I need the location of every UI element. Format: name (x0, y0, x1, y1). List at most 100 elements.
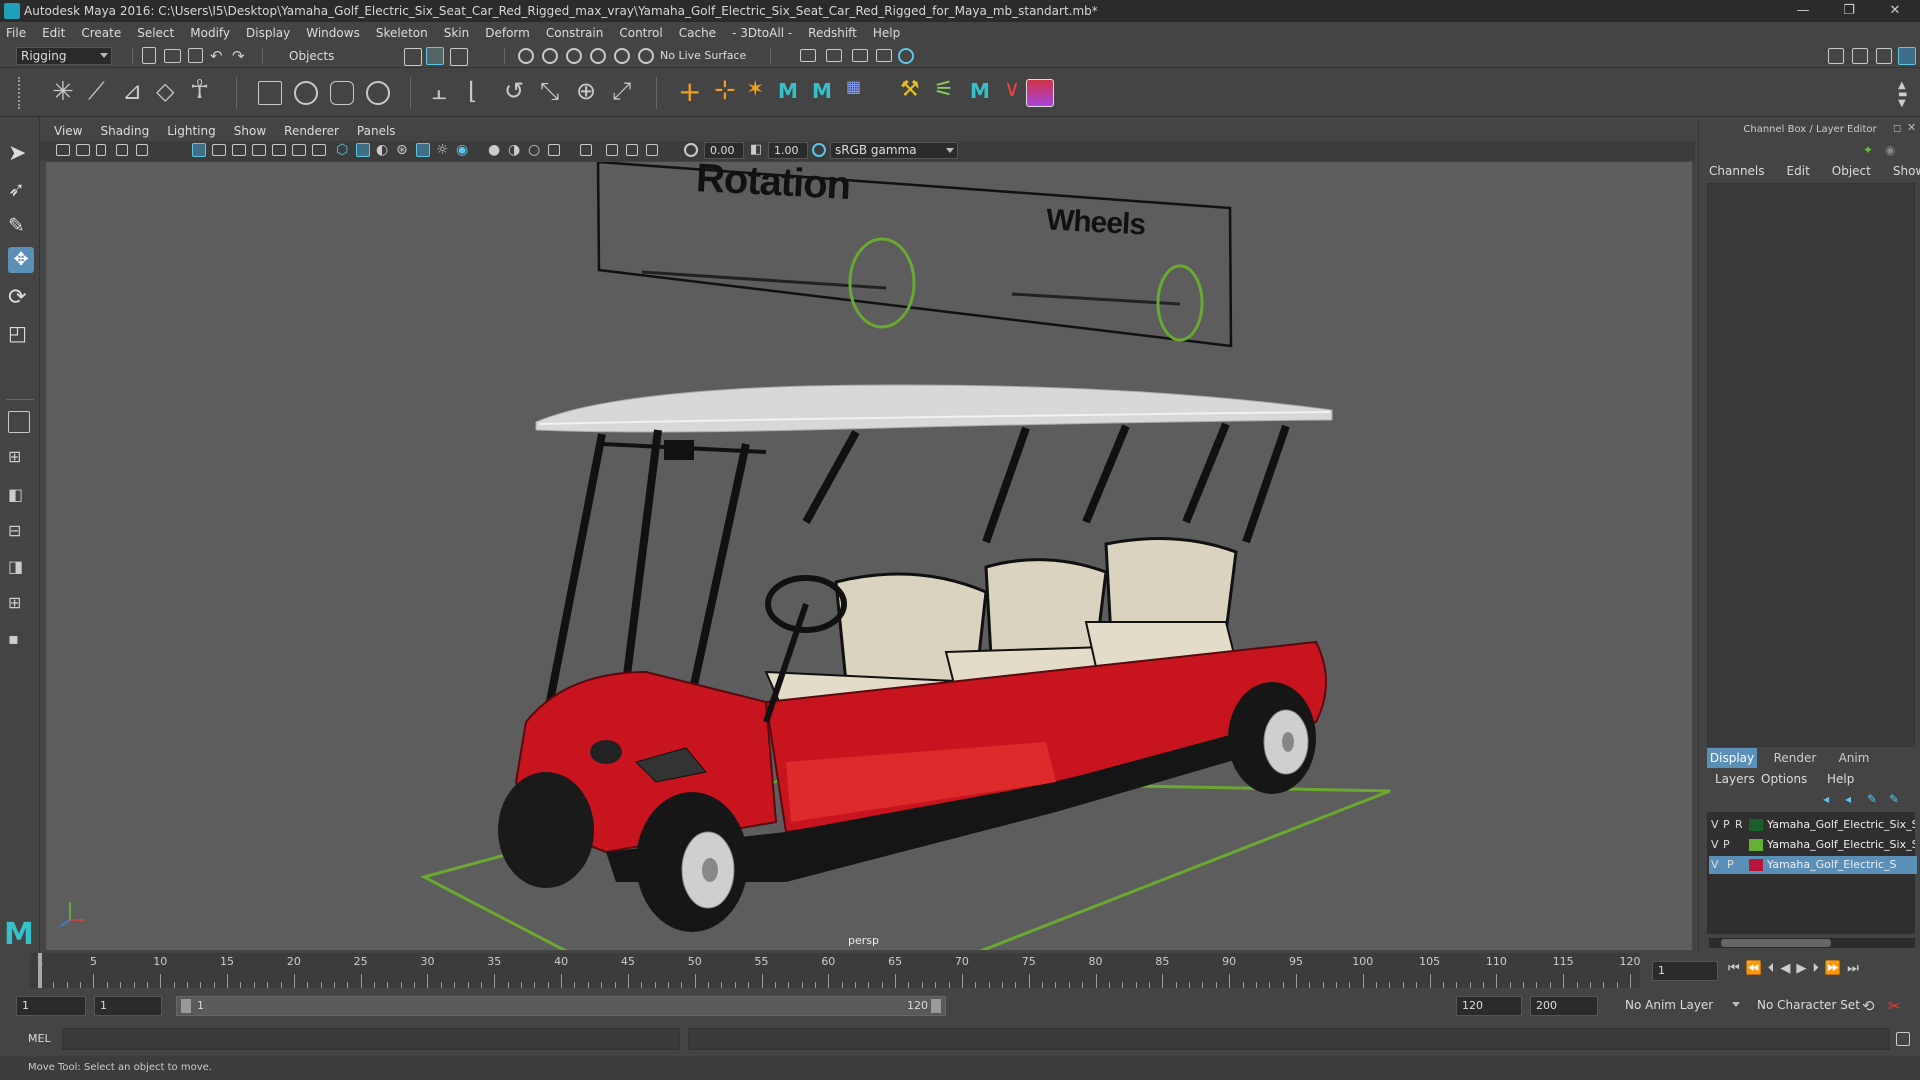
ipr-render-icon[interactable] (852, 49, 868, 62)
panel-float-icon[interactable]: ◻ (1893, 123, 1901, 134)
playback-end-field[interactable]: 120 (1456, 996, 1522, 1016)
layer-color-swatch[interactable] (1749, 839, 1763, 851)
menu-skeleton[interactable]: Skeleton (376, 26, 428, 40)
bookmark-icon[interactable] (96, 144, 106, 156)
perspective-viewport[interactable]: Rotation Wheels persp (46, 162, 1692, 950)
layer-tab-anim[interactable]: Anim (1829, 748, 1879, 768)
select-by-hierarchy-icon[interactable] (404, 48, 422, 66)
xray-components-icon[interactable] (626, 144, 638, 156)
menuset-dropdown[interactable]: Rigging (16, 47, 112, 65)
pole-vector-icon[interactable]: ⤢ (612, 77, 631, 105)
command-language-label[interactable]: MEL (28, 1032, 51, 1045)
menu-windows[interactable]: Windows (306, 26, 360, 40)
snap-surface-icon[interactable] (614, 48, 630, 64)
menu-help[interactable]: Help (873, 26, 900, 40)
layer-visibility-toggle[interactable]: V (1711, 856, 1719, 874)
move-tool-icon[interactable]: ✥ (8, 247, 34, 273)
menu-file[interactable]: File (6, 26, 26, 40)
layer-reference-toggle[interactable]: R (1735, 816, 1743, 834)
layer-playback-toggle[interactable]: P (1727, 856, 1734, 874)
new-empty-layer-icon[interactable]: ✎ (1867, 792, 1877, 806)
cb-tab-edit[interactable]: Edit (1787, 164, 1810, 178)
point-constraint-icon[interactable]: ⌊ (468, 77, 477, 105)
camera-select-icon[interactable] (56, 144, 70, 156)
hypershade-layout-icon[interactable]: ◨ (8, 557, 34, 583)
play-backwards-icon[interactable]: ◀ (1780, 961, 1796, 976)
menu-cache[interactable]: Cache (679, 26, 716, 40)
textured-icon[interactable]: ⊛ (396, 142, 414, 160)
time-slider[interactable]: 1510152025303540455055606570758085909510… (0, 953, 1920, 988)
vp-menu-show[interactable]: Show (234, 124, 266, 138)
attribute-mode-icon[interactable]: ◉ (1885, 143, 1895, 157)
range-start-handle[interactable] (181, 999, 191, 1013)
snap-curve-icon[interactable] (542, 48, 558, 64)
go-to-start-icon[interactable]: ⏮ (1728, 961, 1746, 976)
shelf-tabs-icon[interactable] (18, 77, 32, 109)
attribute-editor-icon[interactable] (1852, 48, 1868, 64)
shelf-scroll-icon[interactable]: ▲ ▬ ▼ (1898, 81, 1907, 109)
layer-menu-help[interactable]: Help (1827, 772, 1854, 786)
vp-menu-renderer[interactable]: Renderer (284, 124, 339, 138)
current-time-indicator[interactable] (38, 953, 42, 988)
layer-color-swatch[interactable] (1749, 819, 1763, 831)
m-script-1-icon[interactable]: M (778, 79, 798, 103)
xray-joints-icon[interactable] (606, 144, 618, 156)
shadows-icon[interactable]: ☼ (436, 142, 454, 160)
select-mode-dropdown[interactable]: Objects (284, 47, 384, 65)
animation-prefs-icon[interactable]: ✂ (1888, 997, 1901, 1015)
cb-tab-channels[interactable]: Channels (1709, 164, 1765, 178)
image-plane-icon[interactable] (116, 144, 128, 156)
layer-menu-layers[interactable]: Layers (1715, 772, 1755, 786)
time-ruler[interactable]: 1510152025303540455055606570758085909510… (30, 953, 1641, 988)
play-forwards-icon[interactable]: ▶ (1796, 961, 1812, 976)
menu-skin[interactable]: Skin (444, 26, 470, 40)
film-gate-icon[interactable] (212, 144, 226, 156)
controls-panel-frame[interactable] (596, 162, 1233, 348)
anim-layer-dropdown[interactable]: No Anim Layer (1620, 996, 1744, 1016)
layer-row-3-selected[interactable]: V P Yamaha_Golf_Electric_S (1709, 856, 1917, 874)
auto-key-icon[interactable]: ⟲ (1862, 997, 1875, 1015)
open-scene-icon[interactable] (164, 49, 181, 63)
nurbs-locator-icon[interactable]: ⊹ (714, 75, 736, 105)
two-d-pan-icon[interactable] (136, 144, 148, 156)
color-management-icon[interactable] (812, 143, 826, 157)
command-input[interactable] (62, 1028, 680, 1050)
wireframe-icon[interactable]: ⬡ (336, 142, 354, 160)
cluster-icon[interactable] (366, 81, 390, 105)
layer-tab-render[interactable]: Render (1767, 748, 1823, 768)
humanik-icon[interactable]: ☥ (190, 75, 209, 105)
select-by-component-icon[interactable] (450, 48, 468, 66)
redshift-render-icon[interactable] (1026, 79, 1054, 107)
go-to-end-icon[interactable]: ⏭ (1847, 961, 1865, 976)
m-script-3-icon[interactable]: M (970, 79, 990, 103)
move-layer-up-icon[interactable]: ◂ (1823, 792, 1829, 806)
safe-title-icon[interactable] (312, 144, 326, 156)
backface-culling-icon[interactable] (646, 144, 658, 156)
v-script-icon[interactable]: ∨ (1004, 77, 1020, 102)
new-layer-selected-icon[interactable]: ✎ (1889, 792, 1899, 806)
step-forward-key-icon[interactable]: ⏵ (1812, 961, 1825, 976)
vp-menu-panels[interactable]: Panels (357, 124, 396, 138)
menu-display[interactable]: Display (246, 26, 290, 40)
gamma-icon[interactable]: ◧ (750, 142, 768, 160)
resolution-gate-icon[interactable] (232, 144, 246, 156)
menu-constrain[interactable]: Constrain (546, 26, 604, 40)
panel-close-icon[interactable]: ✕ (1907, 121, 1916, 134)
view-transform-dropdown[interactable]: sRGB gamma (830, 142, 958, 159)
four-view-layout-icon[interactable]: ⊞ (8, 447, 34, 473)
hypershade-icon[interactable] (898, 48, 914, 64)
redo-icon[interactable]: ↷ (232, 47, 250, 65)
channel-box-mode-icon[interactable]: ✦ (1863, 143, 1873, 157)
exposure-icon[interactable] (684, 143, 698, 157)
minimize-button[interactable]: — (1780, 0, 1826, 22)
layer-playback-toggle[interactable]: P (1723, 816, 1730, 834)
exposure-field[interactable]: 0.00 (704, 142, 744, 159)
render-settings-icon[interactable] (876, 49, 892, 62)
step-forward-frame-icon[interactable]: ⏩ (1825, 961, 1847, 976)
grid-toggle-icon[interactable] (192, 143, 206, 157)
animation-end-field[interactable]: 200 (1530, 996, 1598, 1016)
select-tool-icon[interactable]: ➤ (8, 141, 34, 167)
m-script-2-icon[interactable]: M (812, 79, 832, 103)
select-by-object-icon[interactable] (426, 47, 444, 65)
depth-of-field-icon[interactable]: ○ (528, 142, 546, 160)
